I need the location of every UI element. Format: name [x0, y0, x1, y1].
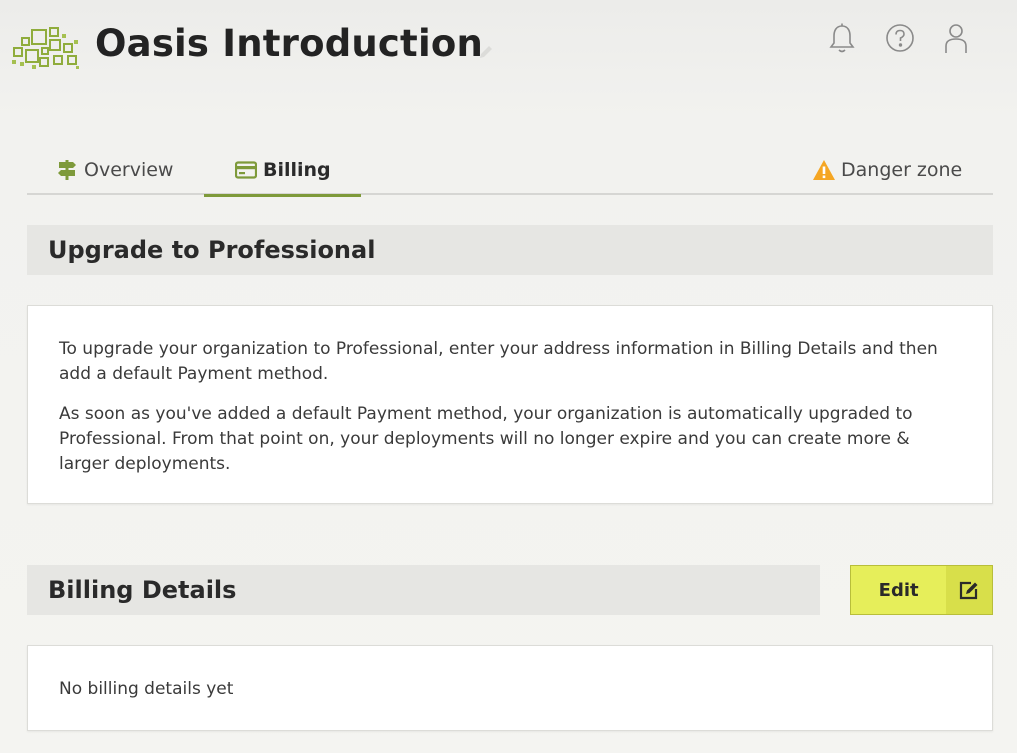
tab-billing[interactable]: Billing [204, 144, 361, 197]
upgrade-section-header: Upgrade to Professional [27, 225, 993, 275]
warning-icon [812, 158, 836, 182]
tab-overview-label: Overview [84, 158, 174, 181]
rename-pencil-icon[interactable] [478, 44, 494, 60]
upgrade-paragraph-2: As soon as you've added a default Paymen… [59, 404, 913, 474]
upgrade-info-card: To upgrade your organization to Professi… [27, 305, 993, 504]
billing-details-section-header: Billing Details [27, 565, 820, 615]
billing-details-card: No billing details yet [27, 645, 993, 731]
credit-card-icon [234, 158, 258, 182]
tab-overview[interactable]: Overview [55, 144, 173, 195]
tab-billing-label: Billing [263, 158, 331, 181]
upgrade-paragraph-1: To upgrade your organization to Professi… [59, 339, 938, 384]
signpost-icon [55, 158, 79, 182]
user-icon[interactable] [939, 20, 973, 56]
upgrade-section-title: Upgrade to Professional [48, 236, 376, 264]
tab-danger-zone[interactable]: Danger zone [812, 144, 962, 195]
billing-details-title: Billing Details [48, 576, 237, 604]
bell-icon[interactable] [825, 20, 859, 56]
edit-billing-label: Edit [878, 579, 919, 601]
tab-danger-zone-label: Danger zone [841, 158, 963, 181]
help-icon[interactable] [883, 20, 917, 56]
tab-bar: Overview Billing Danger zone [27, 144, 993, 197]
app-header: Oasis Introduction [0, 0, 1017, 100]
edit-icon [946, 566, 992, 614]
oasis-logo-icon [12, 27, 79, 69]
edit-billing-button[interactable]: Edit [850, 565, 993, 615]
page-title: Oasis Introduction [95, 22, 483, 65]
billing-empty-text: No billing details yet [59, 679, 234, 699]
